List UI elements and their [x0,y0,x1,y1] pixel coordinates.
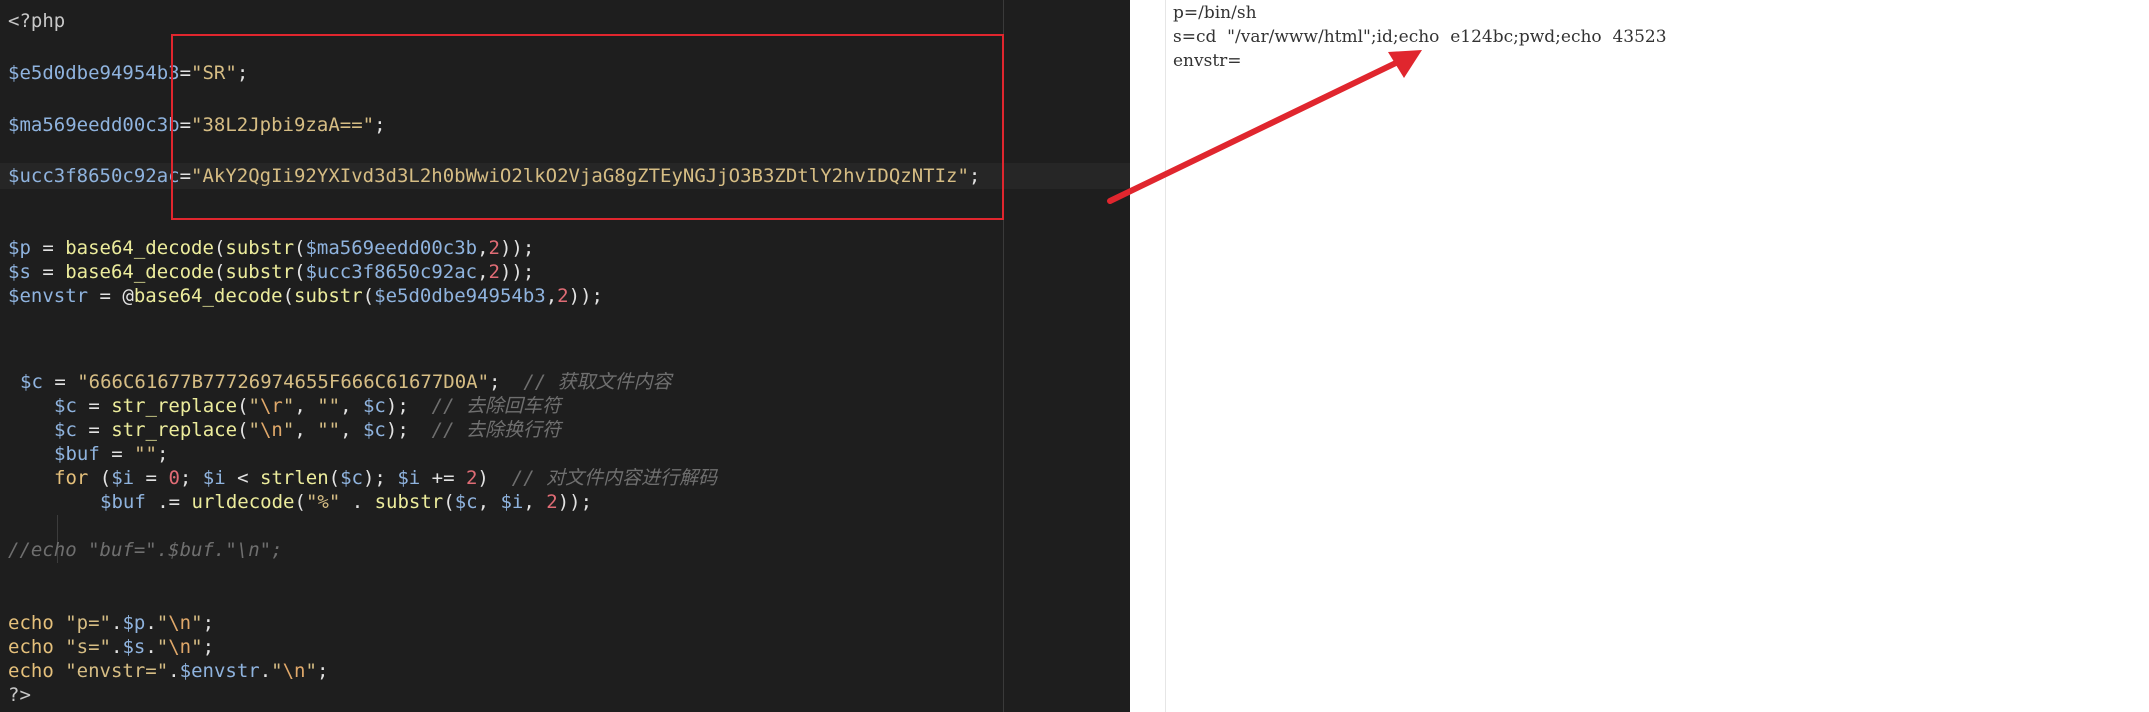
annotation-arrow-icon [1107,50,1422,204]
